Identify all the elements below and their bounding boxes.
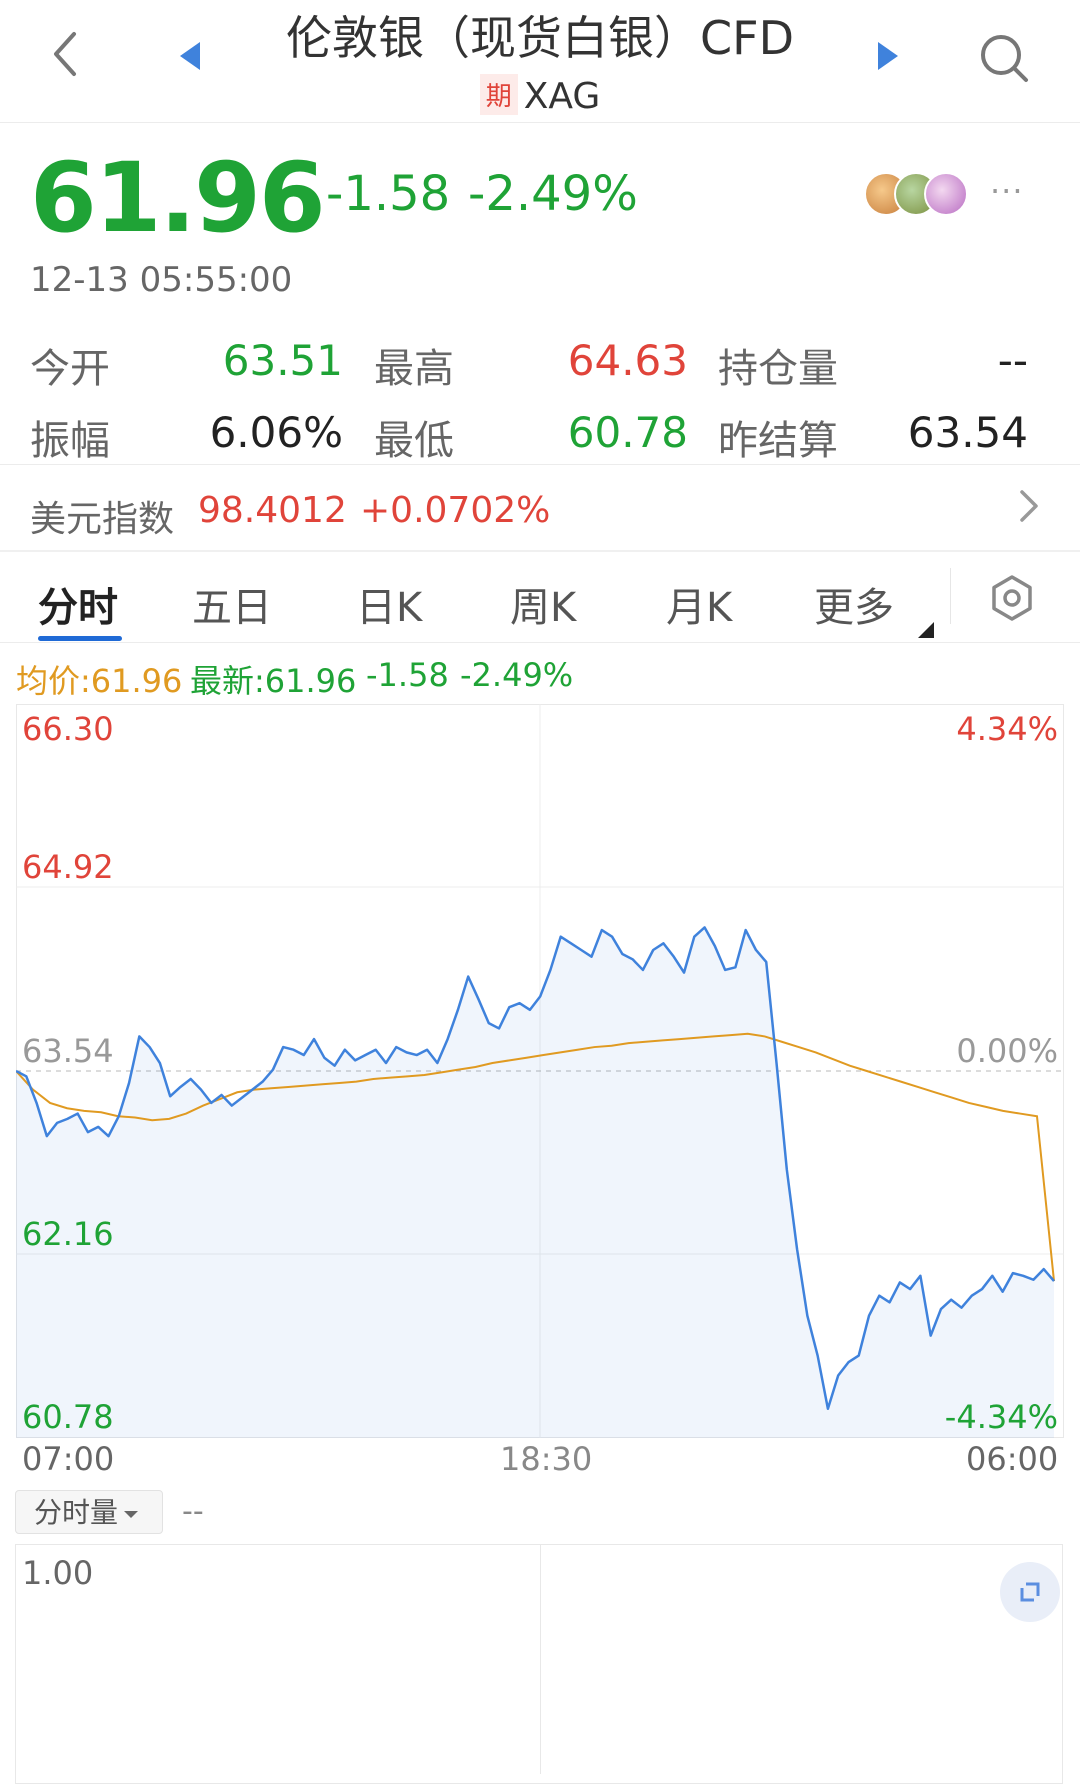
intraday-chart[interactable]: 66.30 64.92 63.54 62.16 60.78 4.34% 0.00…: [16, 704, 1064, 1438]
tab-intraday[interactable]: 分时: [38, 575, 118, 633]
price-change-percent: -2.49%: [468, 166, 638, 222]
tab-monthly-k[interactable]: 月K: [666, 575, 732, 633]
tab-more[interactable]: 更多: [814, 575, 894, 633]
tab-five-day[interactable]: 五日: [192, 575, 272, 633]
stat-value-open: 63.51: [222, 336, 343, 385]
volume-indicator-dropdown[interactable]: 分时量: [15, 1490, 163, 1534]
futures-tag: 期: [479, 74, 518, 115]
y-tick-left: 63.54: [22, 1032, 114, 1070]
legend-last-price: 最新:61.96: [190, 662, 357, 700]
stat-label-amplitude: 振幅: [30, 418, 110, 464]
stat-value-amplitude: 6.06%: [209, 408, 343, 457]
stat-label-open-interest: 持仓量: [718, 346, 838, 392]
stat-value-high: 64.63: [567, 336, 688, 385]
quote-time: 12-13 05:55:00: [30, 260, 293, 300]
stat-label-low: 最低: [374, 418, 454, 464]
avatar[interactable]: [924, 172, 968, 216]
legend-change-percent: -2.49%: [460, 656, 574, 694]
search-icon[interactable]: [978, 32, 1030, 84]
tabs-divider: [0, 642, 1080, 643]
stat-label-open: 今开: [30, 346, 110, 392]
price-change: -1.58: [326, 166, 451, 222]
x-tick: 07:00: [22, 1440, 115, 1478]
legend-change: -1.58: [366, 656, 449, 694]
caret-down-icon: [124, 1511, 139, 1518]
dollar-index-label: 美元指数: [30, 499, 175, 540]
stat-value-open-interest: --: [997, 336, 1028, 385]
tab-divider: [950, 568, 951, 624]
volume-axis-max: 1.00: [22, 1554, 94, 1592]
y-tick-left: 66.30: [22, 710, 114, 748]
y-tick-right: 4.34%: [956, 710, 1058, 748]
stat-label-prev-settle: 昨结算: [718, 418, 838, 464]
last-price: 61.96: [30, 142, 326, 254]
y-tick-left: 64.92: [22, 848, 114, 886]
active-tab-indicator: [38, 636, 122, 641]
symbol-line: 期 XAG: [0, 74, 1080, 117]
x-tick: 06:00: [966, 1440, 1059, 1478]
y-tick-right: -4.34%: [945, 1398, 1058, 1436]
y-tick-left: 60.78: [22, 1398, 114, 1436]
y-tick-left: 62.16: [22, 1215, 114, 1253]
next-symbol-icon[interactable]: [876, 40, 900, 72]
expand-icon: [1020, 1582, 1040, 1602]
chevron-right-icon[interactable]: [1018, 488, 1040, 524]
volume-value: --: [182, 1494, 204, 1529]
stat-value-low: 60.78: [567, 408, 688, 457]
tab-weekly-k[interactable]: 周K: [510, 575, 576, 633]
stat-label-high: 最高: [374, 346, 454, 392]
tab-daily-k[interactable]: 日K: [356, 575, 422, 633]
volume-chart: [15, 1544, 1063, 1784]
settings-icon[interactable]: [988, 574, 1036, 622]
y-tick-right: 0.00%: [956, 1032, 1058, 1070]
fullscreen-button[interactable]: [1000, 1562, 1060, 1622]
section-gap: [0, 550, 1080, 552]
x-tick: 18:30: [500, 1440, 593, 1478]
dollar-index-change: +0.0702%: [360, 490, 551, 531]
header-divider: [0, 122, 1080, 123]
stats-divider: [0, 464, 1080, 465]
dollar-index-value: 98.4012: [198, 490, 347, 531]
page-title: 伦敦银（现货白银）CFD: [286, 11, 794, 65]
symbol-code: XAG: [523, 76, 601, 117]
dropdown-corner-icon: [918, 622, 934, 638]
grid-line-vertical: [540, 1544, 541, 1774]
volume-label: 分时量: [34, 1496, 119, 1529]
legend-average-price: 均价:61.96: [16, 662, 183, 700]
more-icon[interactable]: ···: [990, 172, 1024, 210]
stat-value-prev-settle: 63.54: [907, 408, 1028, 457]
